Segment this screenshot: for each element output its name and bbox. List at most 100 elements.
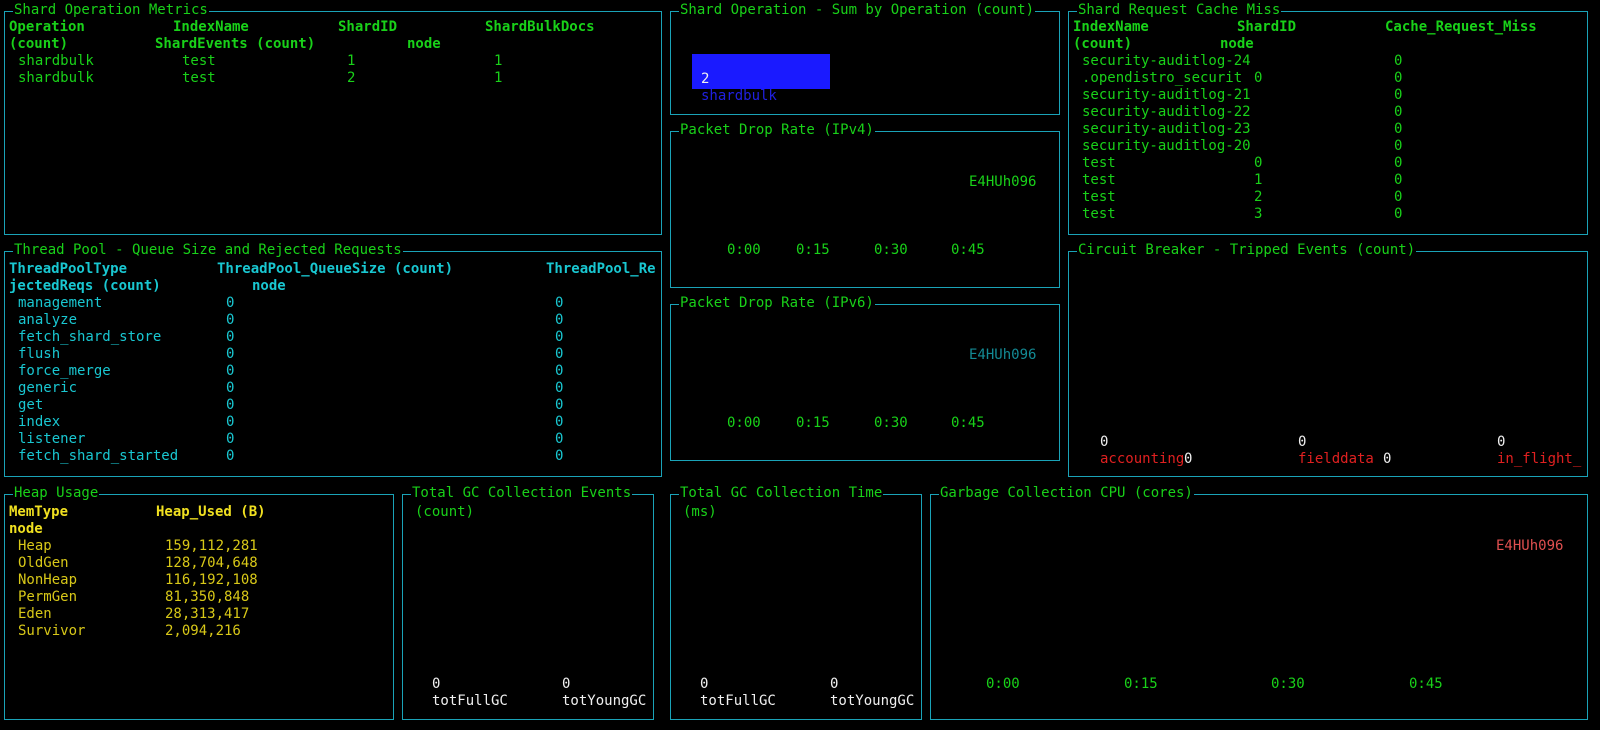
table-cell: Survivor bbox=[18, 623, 86, 639]
table-cell: 0 bbox=[1394, 206, 1403, 222]
table-cell: listener bbox=[18, 431, 86, 447]
panel-subtitle: (ms) bbox=[683, 504, 717, 520]
table-cell: 0 bbox=[1394, 53, 1403, 69]
table-cell: index bbox=[18, 414, 61, 430]
panel-subtitle: (count) bbox=[415, 504, 475, 520]
table-cell: 128,704,648 bbox=[165, 555, 258, 571]
table-cell: test bbox=[182, 70, 216, 86]
table-cell: 0 bbox=[555, 329, 564, 345]
bar-value: 0 bbox=[830, 676, 839, 692]
shard-operation-metrics-panel: Shard Operation Metrics Operation IndexN… bbox=[4, 2, 662, 235]
column-header-rejected: ThreadPool_Re bbox=[546, 261, 656, 277]
x-tick-label: 0:45 bbox=[951, 415, 985, 431]
table-cell: 0 bbox=[555, 380, 564, 396]
x-tick-label: 0:45 bbox=[1409, 676, 1443, 692]
heap-usage-panel: Heap Usage MemType Heap_Used (B) node He… bbox=[4, 485, 394, 720]
table-cell: 1 bbox=[494, 70, 503, 86]
table-cell: shardbulk bbox=[18, 53, 94, 69]
bar-value: 0 bbox=[700, 676, 709, 692]
packet-drop-ipv6-panel: Packet Drop Rate (IPv6) E4HUh096 0:00 0:… bbox=[670, 295, 1060, 461]
bar-label-totfullgc: totFullGC bbox=[432, 693, 508, 709]
x-tick-label: 0:15 bbox=[1124, 676, 1158, 692]
column-header-indexname: IndexName bbox=[173, 19, 249, 35]
column-header-cont: (count) bbox=[9, 36, 69, 52]
table-cell: 0 bbox=[1394, 172, 1403, 188]
table-cell: 0 bbox=[555, 397, 564, 413]
table-cell: 0 bbox=[555, 448, 564, 464]
bar-label-fielddata: fielddata bbox=[1298, 451, 1374, 467]
table-cell: analyze bbox=[18, 312, 78, 328]
table-cell: get bbox=[18, 397, 44, 413]
column-header-threadpooltype: ThreadPoolType bbox=[9, 261, 128, 277]
column-header-heap-used: Heap_Used (B) bbox=[156, 504, 266, 520]
table-cell: test bbox=[182, 53, 216, 69]
panel-title: Circuit Breaker - Tripped Events (count) bbox=[1077, 242, 1417, 259]
legend-host: E4HUh096 bbox=[969, 347, 1037, 363]
table-cell: 1 bbox=[494, 53, 503, 69]
thread-pool-panel: Thread Pool - Queue Size and Rejected Re… bbox=[4, 242, 662, 477]
column-header-cont: jectedReqs (count) bbox=[9, 278, 161, 294]
bar-value: 0 bbox=[1100, 434, 1109, 450]
circuit-breaker-panel: Circuit Breaker - Tripped Events (count)… bbox=[1068, 242, 1588, 477]
table-cell: management bbox=[18, 295, 103, 311]
panel-title: Shard Operation - Sum by Operation (coun… bbox=[679, 2, 1036, 19]
column-header-indexname: IndexName bbox=[1073, 19, 1149, 35]
column-header-shardid: ShardID bbox=[338, 19, 398, 35]
table-cell: security-auditlog-22 bbox=[1082, 104, 1251, 120]
table-cell: 0 bbox=[555, 346, 564, 362]
table-cell: 0 bbox=[1394, 121, 1403, 137]
panel-title: Packet Drop Rate (IPv6) bbox=[679, 295, 875, 312]
table-cell: 3 bbox=[1254, 206, 1263, 222]
table-cell: 0 bbox=[226, 346, 235, 362]
bar-value: 0 bbox=[1497, 434, 1506, 450]
table-cell: 0 bbox=[1394, 189, 1403, 205]
bar-value: 0 bbox=[1298, 434, 1307, 450]
table-cell: 0 bbox=[1394, 155, 1403, 171]
bar-label-accounting: accounting bbox=[1100, 451, 1185, 467]
table-cell: 2 bbox=[347, 70, 356, 86]
bar-value: 2 bbox=[701, 71, 710, 87]
table-cell: 0 bbox=[226, 329, 235, 345]
legend-host: E4HUh096 bbox=[1496, 538, 1564, 554]
bar-label-in-flight: in_flight_ bbox=[1497, 451, 1582, 467]
table-cell: 0 bbox=[555, 312, 564, 328]
bar-category-label: shardbulk bbox=[701, 88, 777, 104]
table-cell: 116,192,108 bbox=[165, 572, 258, 588]
column-header-memtype: MemType bbox=[9, 504, 69, 520]
table-cell: test bbox=[1082, 155, 1116, 171]
table-cell: 2 bbox=[1254, 189, 1263, 205]
bar-trail-value: 0 bbox=[1184, 451, 1193, 467]
table-cell: 1 bbox=[347, 53, 356, 69]
table-cell: Heap bbox=[18, 538, 52, 554]
table-cell: 159,112,281 bbox=[165, 538, 258, 554]
panel-title: Packet Drop Rate (IPv4) bbox=[679, 122, 875, 139]
table-cell: 0 bbox=[555, 363, 564, 379]
panel-title: Total GC Collection Events bbox=[411, 485, 633, 502]
column-header-cache-miss: Cache_Request_Miss bbox=[1385, 19, 1537, 35]
table-cell: 0 bbox=[555, 295, 564, 311]
table-cell: OldGen bbox=[18, 555, 69, 571]
gc-cpu-panel: Garbage Collection CPU (cores) E4HUh096 … bbox=[930, 485, 1588, 720]
table-cell: 0 bbox=[226, 414, 235, 430]
panel-title: Thread Pool - Queue Size and Rejected Re… bbox=[13, 242, 403, 259]
table-cell: force_merge bbox=[18, 363, 111, 379]
gc-time-panel: Total GC Collection Time (ms) 0 totFullG… bbox=[670, 485, 922, 720]
panel-title: Heap Usage bbox=[13, 485, 100, 502]
table-cell: flush bbox=[18, 346, 61, 362]
column-header-cont: (count) bbox=[1073, 36, 1133, 52]
table-cell: 0 bbox=[1254, 155, 1263, 171]
column-header-cont: ShardEvents (count) bbox=[155, 36, 316, 52]
panel-title: Total GC Collection Time bbox=[679, 485, 884, 502]
table-cell: test bbox=[1082, 172, 1116, 188]
bar-label-totyounggc: totYoungGC bbox=[830, 693, 915, 709]
bar-value: 0 bbox=[562, 676, 571, 692]
table-cell: 0 bbox=[555, 414, 564, 430]
table-cell: fetch_shard_store bbox=[18, 329, 162, 345]
table-cell: fetch_shard_started bbox=[18, 448, 179, 464]
bar-shardbulk bbox=[692, 54, 830, 89]
table-cell: NonHeap bbox=[18, 572, 78, 588]
bar-value: 0 bbox=[432, 676, 441, 692]
bar-trail-value: 0 bbox=[1383, 451, 1392, 467]
table-cell: 0 bbox=[226, 397, 235, 413]
table-cell: 0 bbox=[1394, 70, 1403, 86]
